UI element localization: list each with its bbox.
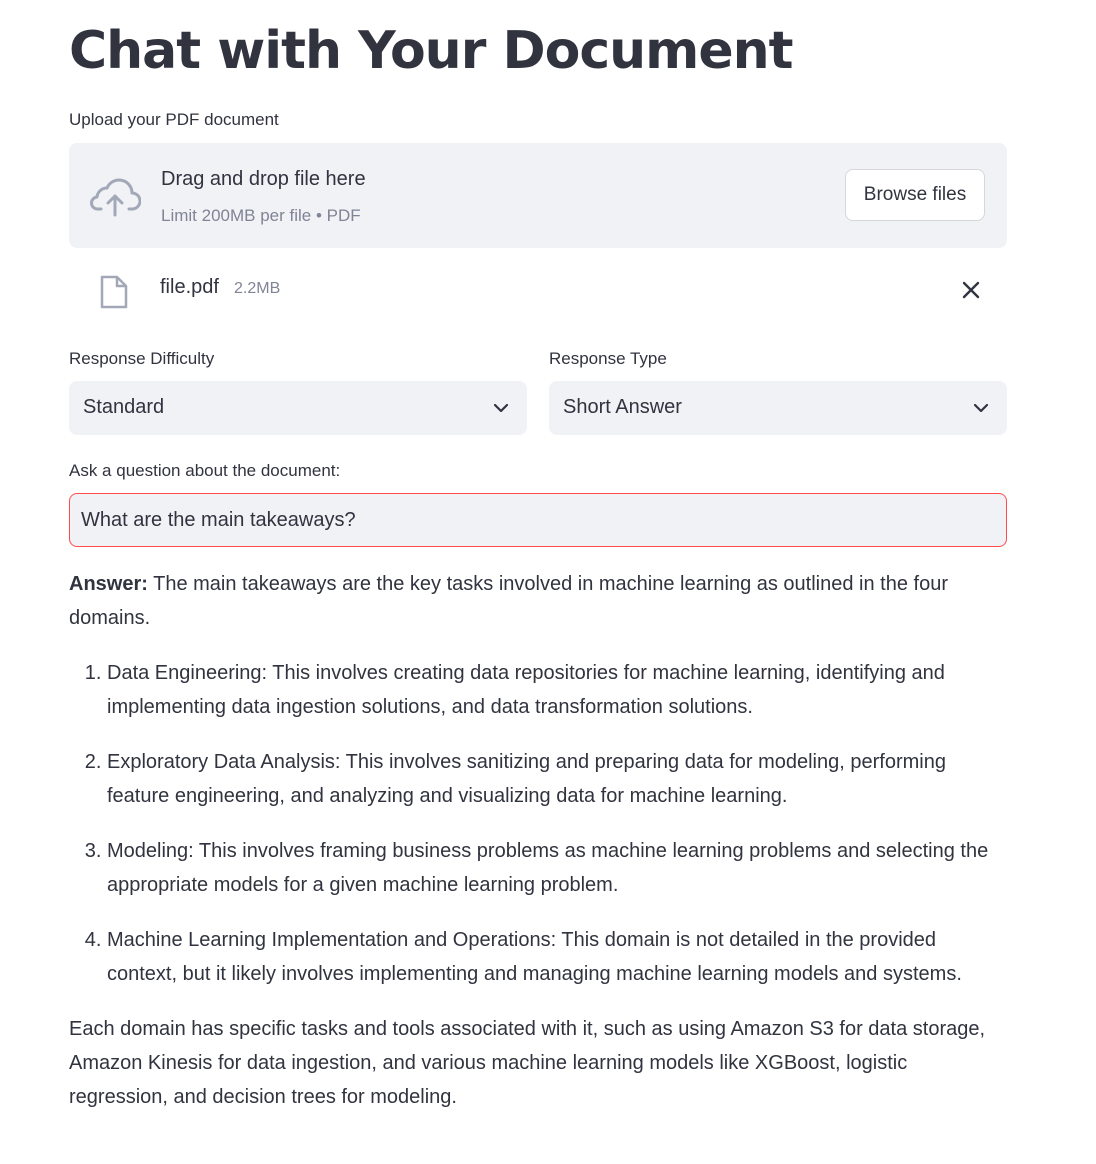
question-label: Ask a question about the document: xyxy=(69,461,341,480)
answer-section: Answer: The main takeaways are the key t… xyxy=(69,567,1007,1114)
file-name: file.pdf xyxy=(160,276,219,298)
difficulty-value: Standard xyxy=(83,396,165,418)
cloud-upload-icon xyxy=(90,178,141,217)
list-item: Exploratory Data Analysis: This involves… xyxy=(107,745,1007,813)
response-type-select[interactable]: Short Answer xyxy=(549,381,1007,435)
page-title: Chat with Your Document xyxy=(69,21,794,81)
answer-intro-paragraph: Answer: The main takeaways are the key t… xyxy=(69,567,1007,635)
chevron-down-icon xyxy=(493,403,509,413)
difficulty-select[interactable]: Standard xyxy=(69,381,527,435)
answer-list: Data Engineering: This involves creating… xyxy=(69,656,1007,991)
answer-label: Answer: xyxy=(69,573,148,595)
dropzone-instruction: Drag and drop file here xyxy=(161,168,366,190)
file-size: 2.2MB xyxy=(234,280,281,297)
question-input[interactable] xyxy=(69,493,1007,547)
close-icon[interactable] xyxy=(959,278,983,302)
browse-files-button[interactable]: Browse files xyxy=(845,169,985,221)
file-dropzone[interactable]: Drag and drop file here Limit 200MB per … xyxy=(69,143,1007,248)
dropzone-limit: Limit 200MB per file • PDF xyxy=(161,206,361,225)
uploaded-file-row: file.pdf 2.2MB xyxy=(69,262,1007,318)
list-item: Data Engineering: This involves creating… xyxy=(107,656,1007,724)
list-item: Machine Learning Implementation and Oper… xyxy=(107,923,1007,991)
answer-closing: Each domain has specific tasks and tools… xyxy=(69,1018,986,1108)
upload-label: Upload your PDF document xyxy=(69,110,279,129)
response-type-value: Short Answer xyxy=(563,396,682,418)
difficulty-label: Response Difficulty xyxy=(69,349,215,368)
chevron-down-icon xyxy=(973,403,989,413)
answer-intro: The main takeaways are the key tasks inv… xyxy=(69,573,948,629)
response-type-label: Response Type xyxy=(549,349,667,368)
file-icon xyxy=(100,275,128,309)
list-item: Modeling: This involves framing business… xyxy=(107,834,1007,902)
